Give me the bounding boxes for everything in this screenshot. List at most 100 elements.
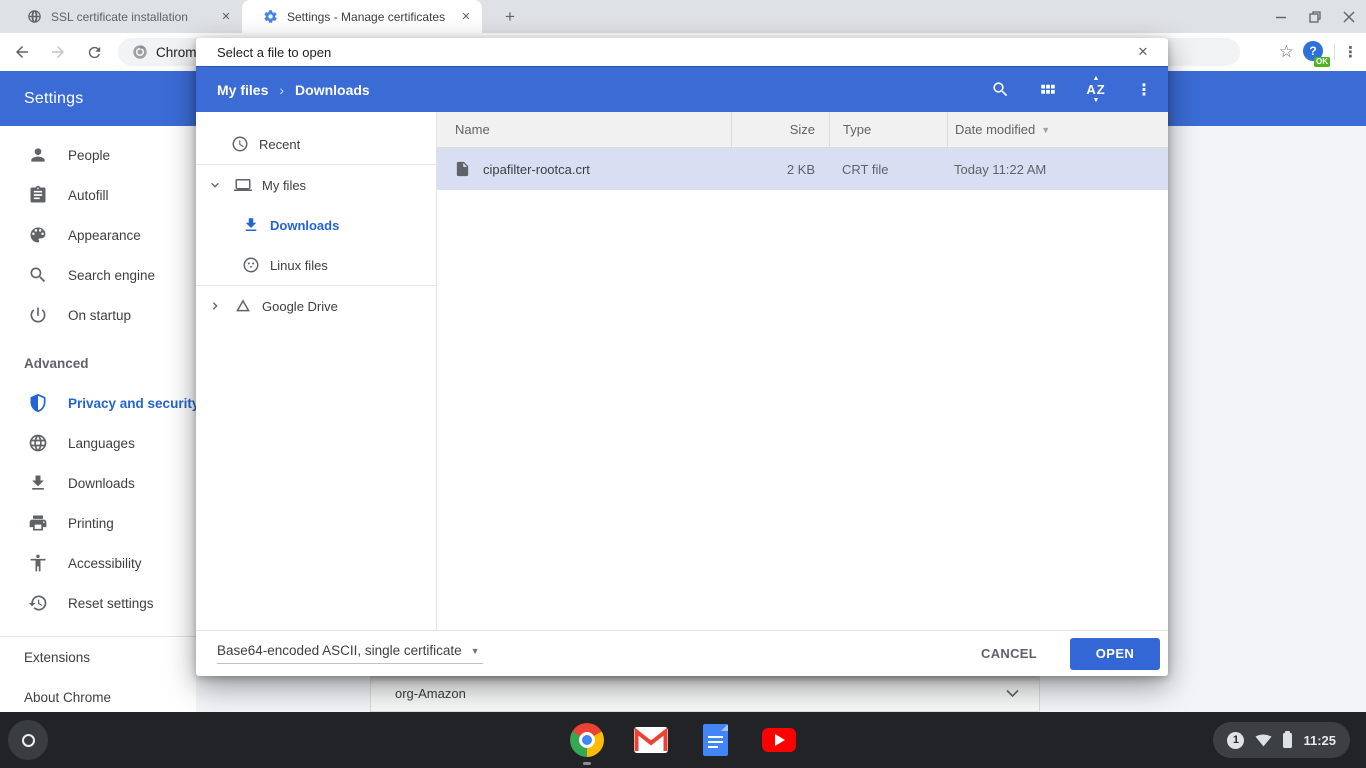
sidebar-item-reset-settings[interactable]: Reset settings [0,583,196,623]
palette-icon [28,225,48,245]
files-sidebar-my-files[interactable]: My files [196,165,436,205]
sidebar-item-appearance[interactable]: Appearance [0,215,196,255]
accessibility-icon [28,553,48,573]
files-list-header: Name Size Type Date modified ▼ [437,112,1168,148]
reload-icon[interactable] [80,38,108,66]
open-button[interactable]: OPEN [1070,638,1160,670]
grid-view-icon[interactable] [1024,67,1072,113]
sidebar-item-accessibility[interactable]: Accessibility [0,543,196,583]
chevron-right-icon[interactable] [205,297,224,316]
sort-down-caret: ▼ [1093,97,1100,104]
sidebar-item-about-chrome[interactable]: About Chrome [0,677,196,717]
files-list: Name Size Type Date modified ▼ cipafilte… [437,112,1168,630]
launcher-button[interactable] [8,720,48,760]
breadcrumb-chevron-icon: › [279,82,284,98]
system-tray[interactable]: 1 11:25 [1213,722,1350,758]
sidebar-item-extensions[interactable]: Extensions [0,637,196,677]
dialog-footer: Base64-encoded ASCII, single certificate… [196,630,1168,676]
file-name-cell: cipafilter-rootca.crt [437,159,731,179]
breadcrumb-my-files[interactable]: My files [217,82,268,98]
file-document-icon [454,159,471,179]
files-sidebar-downloads[interactable]: Downloads [196,205,436,245]
close-window-button[interactable] [1338,6,1360,28]
browser-menu-icon[interactable]: ⋮ [1343,43,1358,61]
files-sidebar-google-drive[interactable]: Google Drive [196,286,436,326]
clock-icon [230,135,249,154]
files-sidebar-recent[interactable]: Recent [196,124,436,164]
window-controls [1270,0,1360,33]
tab-close-icon[interactable]: ✕ [458,9,474,25]
tab-title: Settings - Manage certificates [287,10,458,24]
notification-count-badge: 1 [1227,732,1244,749]
clipboard-icon [28,185,48,205]
running-indicator [583,762,591,765]
extension-icon[interactable]: ? OK [1302,40,1326,64]
column-date-modified[interactable]: Date modified ▼ [947,112,1168,148]
restore-button[interactable] [1304,6,1326,28]
file-size: 2 KB [731,162,829,177]
settings-gear-favicon-icon [263,9,278,24]
files-toolbar: My files › Downloads AZ▲▼ ⋮ [196,66,1168,112]
page-title: Settings [24,90,83,108]
dialog-title: Select a file to open [217,45,331,60]
dialog-titlebar: Select a file to open ✕ [196,38,1168,66]
penguin-icon [241,256,260,275]
sidebar-item-people[interactable]: People [0,135,196,175]
docs-app-icon[interactable] [698,723,732,757]
bookmark-star-icon[interactable]: ☆ [1279,42,1294,62]
tab-settings-certificates[interactable]: Settings - Manage certificates ✕ [242,0,482,33]
files-sidebar: Recent My files Downloads Linux files Go… [196,112,437,630]
chevron-down-icon[interactable] [205,176,224,195]
power-icon [28,305,48,325]
chrome-app-icon[interactable] [570,723,604,757]
tab-ssl-certificate[interactable]: SSL certificate installation ✕ [8,0,242,33]
dialog-close-icon[interactable]: ✕ [1132,41,1154,63]
certificate-format-select[interactable]: Base64-encoded ASCII, single certificate… [217,643,483,664]
format-select-value: Base64-encoded ASCII, single certificate [217,643,462,658]
search-icon[interactable] [976,67,1024,113]
file-date-modified: Today 11:22 AM [947,162,1168,177]
sidebar-item-downloads[interactable]: Downloads [0,463,196,503]
column-name[interactable]: Name [437,122,731,137]
minimize-button[interactable] [1270,6,1292,28]
back-icon[interactable] [8,38,36,66]
download-icon [28,473,48,493]
column-type[interactable]: Type [829,112,947,148]
cancel-button[interactable]: CANCEL [954,638,1064,670]
shelf: 1 11:25 [0,712,1366,768]
certificate-org-row[interactable]: org-Amazon [370,676,1040,712]
files-menu-icon[interactable]: ⋮ [1120,67,1168,113]
sidebar-item-languages[interactable]: Languages [0,423,196,463]
select-caret-icon: ▼ [471,646,480,656]
chevron-down-icon[interactable] [1006,689,1019,698]
tab-close-icon[interactable]: ✕ [218,9,234,25]
sidebar-item-autofill[interactable]: Autofill [0,175,196,215]
certificate-org-label: org-Amazon [395,686,466,701]
sort-up-caret: ▲ [1093,75,1100,82]
settings-sidebar-footer: Extensions About Chrome [0,636,196,717]
files-toolbar-actions: AZ▲▼ ⋮ [976,67,1168,113]
google-drive-icon [233,297,252,316]
sidebar-item-privacy-security[interactable]: Privacy and security [0,383,196,423]
restore-clock-icon [28,593,48,613]
advanced-section-label[interactable]: Advanced [0,343,196,383]
youtube-app-icon[interactable] [762,723,796,757]
new-tab-button[interactable]: + [498,5,522,29]
globe-icon [28,433,48,453]
sidebar-item-search-engine[interactable]: Search engine [0,255,196,295]
sort-caret-icon: ▼ [1041,125,1050,135]
download-icon [241,216,260,235]
file-name: cipafilter-rootca.crt [483,162,590,177]
forward-icon[interactable] [44,38,72,66]
sidebar-item-printing[interactable]: Printing [0,503,196,543]
column-size[interactable]: Size [731,112,829,148]
files-body: Recent My files Downloads Linux files Go… [196,112,1168,630]
file-row-selected[interactable]: cipafilter-rootca.crt 2 KB CRT file Toda… [437,148,1168,190]
sidebar-item-on-startup[interactable]: On startup [0,295,196,335]
breadcrumb-downloads[interactable]: Downloads [295,82,370,98]
gmail-app-icon[interactable] [634,723,668,757]
clock-time: 11:25 [1303,733,1336,748]
extension-badge: OK [1314,57,1330,67]
files-sidebar-linux-files[interactable]: Linux files [196,245,436,285]
sort-az-icon[interactable]: AZ▲▼ [1072,67,1120,113]
